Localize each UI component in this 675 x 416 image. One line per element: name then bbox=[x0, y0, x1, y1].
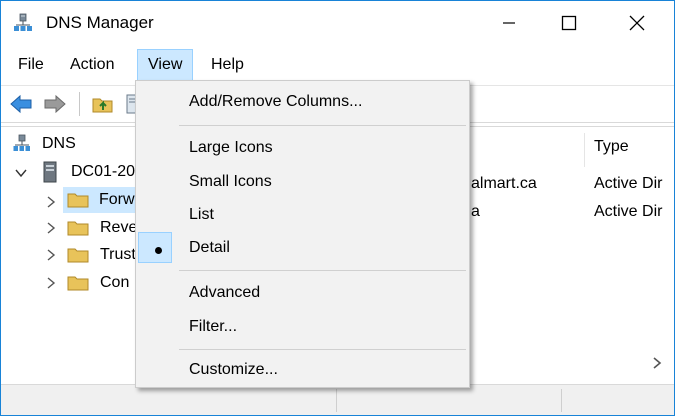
close-button[interactable] bbox=[609, 1, 665, 45]
view-menu-large-icons[interactable]: Large Icons bbox=[136, 131, 469, 164]
tree-label-dns: DNS bbox=[42, 135, 76, 152]
server-icon bbox=[43, 161, 57, 183]
up-one-level-button[interactable] bbox=[91, 92, 115, 116]
close-icon bbox=[629, 15, 645, 31]
menu-separator bbox=[179, 270, 466, 271]
scroll-right-icon[interactable] bbox=[651, 357, 663, 369]
chevron-right-icon[interactable] bbox=[45, 249, 57, 261]
tree-label-reverse: Reve bbox=[100, 219, 138, 236]
toolbar-separator bbox=[79, 92, 80, 116]
view-menu-filter[interactable]: Filter... bbox=[136, 310, 469, 343]
folder-icon bbox=[67, 248, 89, 263]
view-menu-add-remove-columns[interactable]: Add/Remove Columns... bbox=[136, 85, 469, 118]
view-menu-customize[interactable]: Customize... bbox=[136, 353, 469, 386]
chevron-right-icon[interactable] bbox=[45, 222, 57, 234]
radio-bullet-icon bbox=[155, 247, 162, 254]
tree-item-forward-lookup-zones[interactable]: Forw bbox=[63, 187, 143, 213]
column-divider[interactable] bbox=[584, 133, 585, 167]
radio-check-highlight bbox=[138, 232, 172, 263]
forward-arrow-icon bbox=[44, 94, 66, 114]
list-cell-name[interactable]: almart.ca bbox=[471, 175, 537, 193]
menu-bar: File Action View Help bbox=[1, 49, 674, 81]
list-cell-type: Active Dir bbox=[594, 175, 663, 192]
window-title: DNS Manager bbox=[46, 13, 154, 32]
tree-label-conditional: Con bbox=[100, 274, 130, 291]
folder-icon bbox=[67, 193, 89, 208]
menu-separator bbox=[179, 349, 466, 350]
menu-action[interactable]: Action bbox=[60, 49, 124, 81]
status-bar bbox=[1, 384, 674, 415]
dns-server-app-icon bbox=[14, 13, 32, 31]
minimize-icon bbox=[503, 22, 515, 24]
title-bar[interactable]: DNS Manager bbox=[1, 1, 674, 45]
menu-view[interactable]: View bbox=[137, 49, 194, 81]
up-folder-icon bbox=[92, 98, 113, 113]
tree-label-forward: Forw bbox=[99, 191, 135, 208]
folder-icon bbox=[67, 276, 89, 291]
view-menu-dropdown: Add/Remove Columns... Large Icons Small … bbox=[135, 80, 470, 388]
view-menu-advanced[interactable]: Advanced bbox=[136, 276, 469, 309]
column-header-type[interactable]: Type bbox=[594, 127, 629, 167]
tree-label-trust: Trust bbox=[100, 246, 136, 263]
menu-separator bbox=[179, 125, 466, 126]
dns-node-icon bbox=[13, 134, 30, 151]
menu-help[interactable]: Help bbox=[201, 49, 254, 81]
list-cell-type: Active Dir bbox=[594, 203, 663, 220]
maximize-icon bbox=[561, 15, 577, 31]
menu-file[interactable]: File bbox=[8, 49, 54, 81]
back-button[interactable] bbox=[9, 92, 33, 116]
chevron-right-icon[interactable] bbox=[45, 196, 57, 208]
view-menu-list[interactable]: List bbox=[136, 198, 469, 231]
back-arrow-icon bbox=[10, 94, 32, 114]
tree-label-server: DC01-20 bbox=[71, 163, 136, 180]
maximize-button[interactable] bbox=[541, 1, 597, 45]
folder-icon bbox=[67, 221, 89, 236]
list-cell-name[interactable]: a bbox=[471, 203, 480, 221]
chevron-down-icon[interactable] bbox=[15, 167, 27, 179]
status-separator bbox=[561, 389, 562, 412]
view-menu-small-icons[interactable]: Small Icons bbox=[136, 165, 469, 198]
status-separator bbox=[336, 389, 337, 412]
chevron-right-icon[interactable] bbox=[45, 277, 57, 289]
forward-button[interactable] bbox=[43, 92, 67, 116]
minimize-button[interactable] bbox=[481, 1, 537, 45]
view-menu-detail[interactable]: Detail bbox=[136, 231, 469, 264]
